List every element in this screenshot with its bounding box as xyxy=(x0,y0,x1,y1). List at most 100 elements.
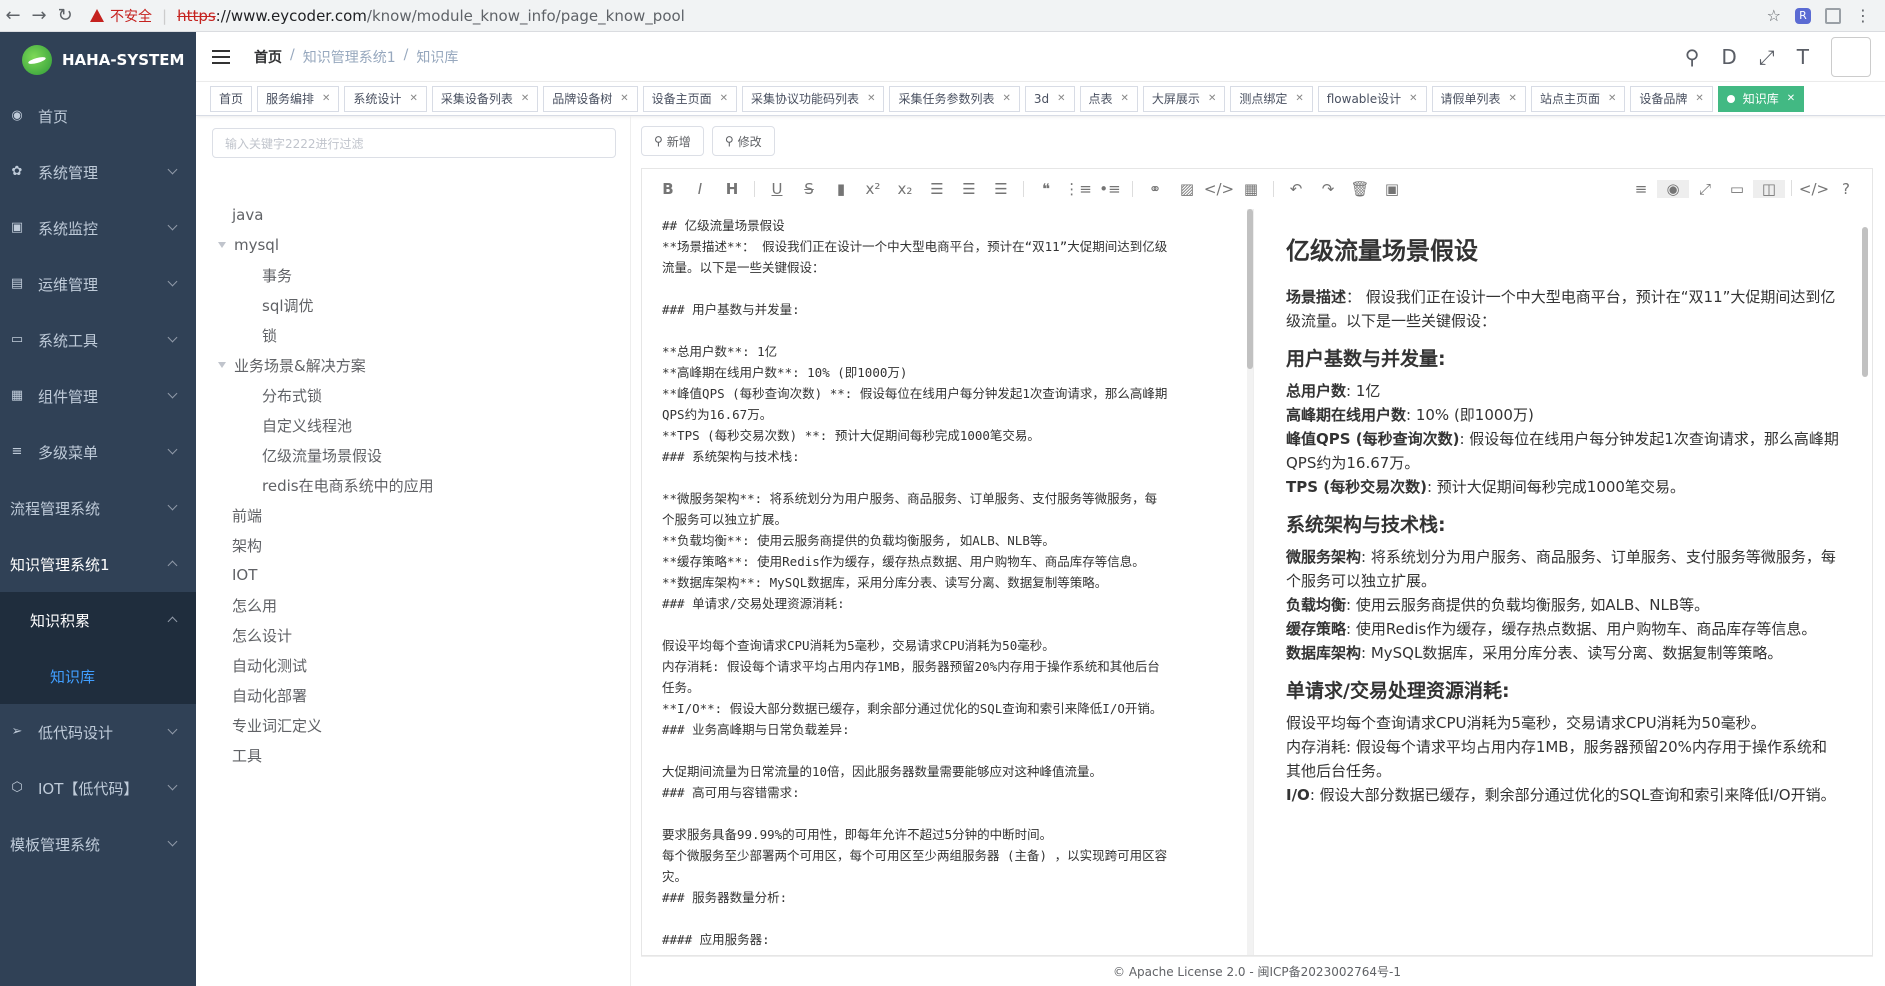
tree-node[interactable]: java xyxy=(212,200,614,230)
bookmark-icon[interactable]: ▮ xyxy=(825,180,857,198)
close-icon[interactable]: ✕ xyxy=(1002,93,1010,104)
unordered-list-icon[interactable]: •≡ xyxy=(1094,180,1126,198)
markdown-source[interactable]: ## 亿级流量场景假设 **场景描述**： 假设我们正在设计一个中大型电商平台，预… xyxy=(642,209,1254,955)
tree-node[interactable]: 锁 xyxy=(212,320,614,350)
link-icon[interactable]: ⚭ xyxy=(1139,180,1171,198)
tag-item[interactable]: 大屏展示 ✕ xyxy=(1142,85,1226,112)
fullscreen-icon[interactable]: ⤢ xyxy=(1759,45,1775,69)
sidebar-item-ops[interactable]: ▤ 运维管理 xyxy=(0,256,196,312)
tag-item[interactable]: 设备主页面 ✕ xyxy=(642,85,738,112)
close-icon[interactable]: ✕ xyxy=(620,93,628,104)
tag-item[interactable]: 采集协议功能码列表 ✕ xyxy=(742,85,885,112)
fullscreen-icon[interactable]: ⤢ xyxy=(1689,180,1721,198)
close-icon[interactable]: ✕ xyxy=(1608,93,1616,104)
tree-node[interactable]: 自定义线程池 xyxy=(212,410,614,440)
image-icon[interactable]: ▨ xyxy=(1171,180,1203,198)
tree-node[interactable]: sql调优 xyxy=(212,290,614,320)
sidebar-item-monitor[interactable]: ▣ 系统监控 xyxy=(0,200,196,256)
tag-item[interactable]: 采集设备列表 ✕ xyxy=(431,85,539,112)
breadcrumb-item[interactable]: 知识管理系统1 xyxy=(303,47,396,67)
forward-icon[interactable]: → xyxy=(26,5,52,26)
tree-node[interactable]: 架构 xyxy=(212,530,614,560)
underline-icon[interactable]: U xyxy=(761,180,793,198)
close-icon[interactable]: ✕ xyxy=(322,93,330,104)
sidebar-subitem-accumulate[interactable]: 知识积累 xyxy=(0,592,196,648)
tag-item[interactable]: 采集任务参数列表 ✕ xyxy=(889,85,1020,112)
sidebar-item-template[interactable]: 模板管理系统 xyxy=(0,816,196,872)
quote-icon[interactable]: ❝ xyxy=(1030,180,1062,198)
tree-node[interactable]: mysql xyxy=(212,230,614,260)
close-icon[interactable]: ✕ xyxy=(1295,93,1303,104)
sidebar-item-lowcode[interactable]: ➢ 低代码设计 xyxy=(0,704,196,760)
navigation-icon[interactable]: ≡ xyxy=(1625,180,1657,198)
bold-icon[interactable]: B xyxy=(652,180,684,198)
align-center-icon[interactable]: ☰ xyxy=(953,180,985,198)
tree-node[interactable]: 业务场景&解决方案 xyxy=(212,350,614,380)
tag-item[interactable]: 3d ✕ xyxy=(1024,85,1075,112)
tree-node[interactable]: redis在电商系统中的应用 xyxy=(212,470,614,500)
bookmark-star-icon[interactable]: ☆ xyxy=(1767,6,1781,25)
filter-input[interactable]: 输入关键字2222进行过滤 xyxy=(212,128,616,158)
sidebar-item-components[interactable]: ▦ 组件管理 xyxy=(0,368,196,424)
tag-item[interactable]: 站点主页面 ✕ xyxy=(1530,85,1626,112)
caret-down-icon[interactable] xyxy=(218,242,226,248)
tag-item[interactable]: 服务编排 ✕ xyxy=(257,85,340,112)
close-icon[interactable]: ✕ xyxy=(720,93,728,104)
tag-item[interactable]: 系统设计 ✕ xyxy=(344,85,427,112)
tree-node[interactable]: IOT xyxy=(212,560,614,590)
hamburger-icon[interactable] xyxy=(212,49,230,64)
sidebar-subitem-knowledge-base[interactable]: 知识库 xyxy=(0,648,196,704)
sidebar-item-tools[interactable]: ▭ 系统工具 xyxy=(0,312,196,368)
close-icon[interactable]: ✕ xyxy=(521,93,529,104)
menu-icon[interactable]: ⋮ xyxy=(1855,6,1871,25)
scrollbar[interactable] xyxy=(1247,209,1253,955)
subscript-icon[interactable]: x₂ xyxy=(889,180,921,198)
tag-item-active[interactable]: 知识库 ✕ xyxy=(1717,85,1805,112)
subfield-icon[interactable]: ◫ xyxy=(1753,180,1785,198)
address-bar[interactable]: 不安全 | https://www.eycoder.com/know/modul… xyxy=(90,2,1761,29)
close-icon[interactable]: ✕ xyxy=(1057,93,1065,104)
close-icon[interactable]: ✕ xyxy=(1409,93,1417,104)
tag-item[interactable]: 测点绑定 ✕ xyxy=(1230,85,1313,112)
tree-node[interactable]: 怎么用 xyxy=(212,590,614,620)
header-icon[interactable]: H xyxy=(716,180,748,198)
reload-icon[interactable]: ↻ xyxy=(52,5,78,26)
preview-toggle-icon[interactable]: ◉ xyxy=(1657,180,1689,198)
html-code-icon[interactable]: </> xyxy=(1798,180,1830,198)
close-icon[interactable]: ✕ xyxy=(1787,93,1795,104)
table-icon[interactable]: ▦ xyxy=(1235,180,1267,198)
window-icon[interactable]: ▭ xyxy=(1721,180,1753,198)
trash-icon[interactable]: 🗑 xyxy=(1344,180,1376,198)
close-icon[interactable]: ✕ xyxy=(1208,93,1216,104)
sidebar-item-workflow[interactable]: 流程管理系统 xyxy=(0,480,196,536)
edit-button[interactable]: ⚲ 修改 xyxy=(711,126,775,156)
ordered-list-icon[interactable]: ⋮≡ xyxy=(1062,180,1094,198)
caret-down-icon[interactable] xyxy=(218,362,226,368)
tree-node[interactable]: 自动化部署 xyxy=(212,680,614,710)
tree-node[interactable]: 专业词汇定义 xyxy=(212,710,614,740)
sidebar-item-multimenu[interactable]: ≡ 多级菜单 xyxy=(0,424,196,480)
tag-item[interactable]: 首页 xyxy=(210,85,253,112)
tree-node[interactable]: 自动化测试 xyxy=(212,650,614,680)
redo-icon[interactable]: ↷ xyxy=(1312,180,1344,198)
scrollbar[interactable] xyxy=(1862,209,1868,955)
align-right-icon[interactable]: ☰ xyxy=(985,180,1017,198)
close-icon[interactable]: ✕ xyxy=(867,93,875,104)
strikethrough-icon[interactable]: S xyxy=(793,180,825,198)
extension-icon[interactable]: R xyxy=(1795,7,1811,24)
close-icon[interactable]: ✕ xyxy=(1121,93,1129,104)
tree-node[interactable]: 事务 xyxy=(212,260,614,290)
italic-icon[interactable]: I xyxy=(684,180,716,198)
tree-node[interactable]: 工具 xyxy=(212,740,614,770)
sidebar-item-home[interactable]: ◉ 首页 xyxy=(0,88,196,144)
tree-node[interactable]: 亿级流量场景假设 xyxy=(212,440,614,470)
tag-item[interactable]: 请假单列表 ✕ xyxy=(1431,85,1526,112)
sidebar-item-knowledge[interactable]: 知识管理系统1 xyxy=(0,536,196,592)
logo[interactable]: HAHA-SYSTEM xyxy=(0,32,196,88)
code-icon[interactable]: </> xyxy=(1203,180,1235,198)
tag-item[interactable]: flowable设计 ✕ xyxy=(1317,85,1427,112)
sidebar-item-system[interactable]: ✿ 系统管理 xyxy=(0,144,196,200)
close-icon[interactable]: ✕ xyxy=(409,93,417,104)
superscript-icon[interactable]: x² xyxy=(857,180,889,198)
avatar[interactable] xyxy=(1831,36,1871,77)
